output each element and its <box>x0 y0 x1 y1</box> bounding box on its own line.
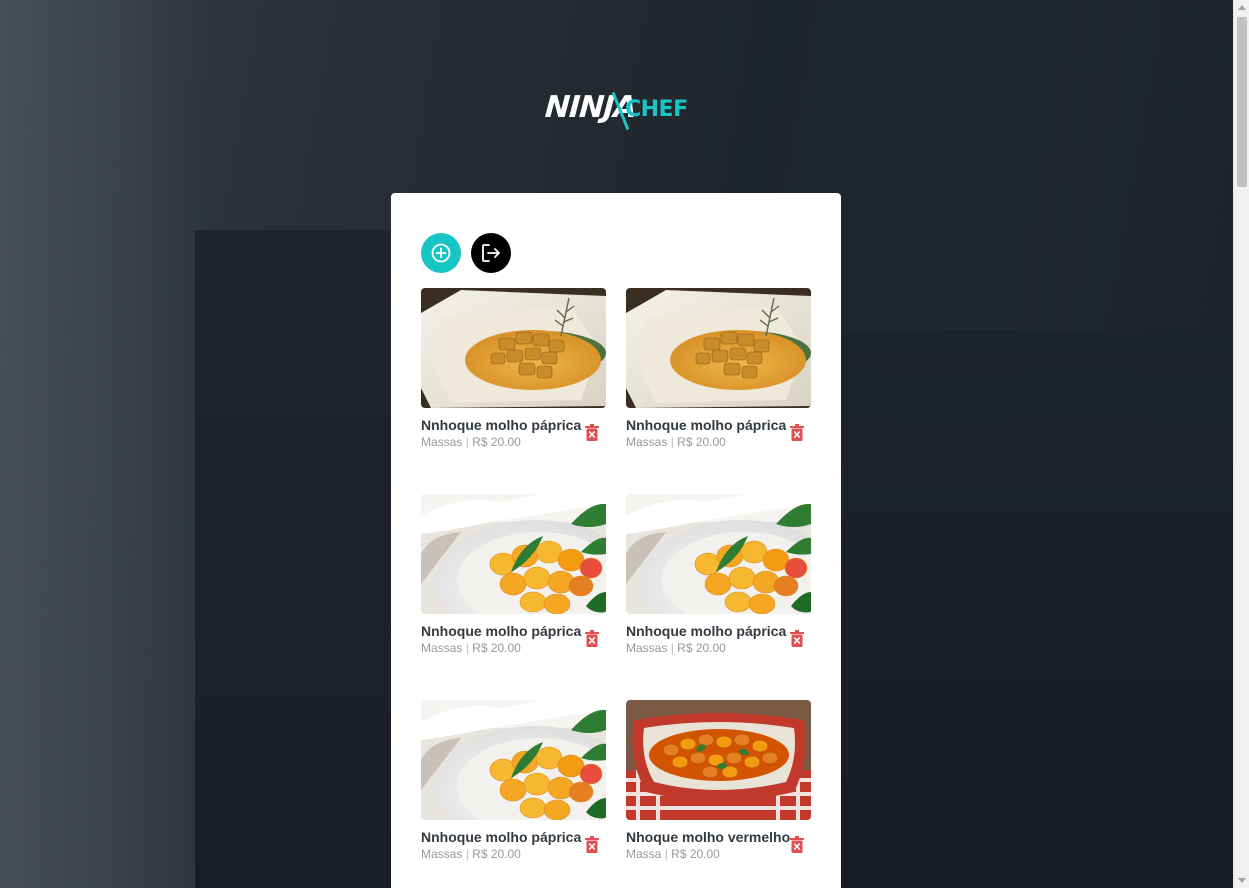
logo-chef-text: CHEF <box>625 97 688 122</box>
recipe-meta: Massa | R$ 20.00 <box>626 847 720 861</box>
recipe-image[interactable] <box>421 494 606 614</box>
recipe-price: R$ 20.00 <box>472 847 521 861</box>
add-recipe-button[interactable] <box>421 233 461 273</box>
recipe-image[interactable] <box>626 700 811 820</box>
recipe-title: Nhoque molho vermelho <box>626 829 791 845</box>
recipe-meta: Massas | R$ 20.00 <box>421 847 521 861</box>
recipe-image[interactable] <box>626 494 811 614</box>
recipe-meta: Massas | R$ 20.00 <box>626 641 726 655</box>
logout-button[interactable] <box>471 233 511 273</box>
recipe-meta: Massas | R$ 20.00 <box>421 641 521 655</box>
page-scrollbar[interactable] <box>1233 0 1249 888</box>
recipe-card[interactable]: Nnhoque molho páprica Massas | R$ 20.00 <box>626 494 811 664</box>
recipe-title: Nnhoque molho páprica <box>626 623 787 639</box>
recipe-title: Nnhoque molho páprica <box>421 829 582 845</box>
recipe-card[interactable]: Nhoque molho vermelho Massa | R$ 20.00 <box>626 700 811 870</box>
recipe-title: Nnhoque molho páprica <box>626 417 787 433</box>
meta-separator: | <box>664 847 668 861</box>
recipe-title: Nnhoque molho páprica <box>421 417 582 433</box>
logout-icon <box>482 244 500 262</box>
delete-recipe-icon[interactable] <box>790 424 804 441</box>
background-counter <box>841 330 1233 888</box>
meta-separator: | <box>670 435 674 449</box>
delete-recipe-icon[interactable] <box>585 630 599 647</box>
recipe-price: R$ 20.00 <box>472 435 521 449</box>
recipe-price: R$ 20.00 <box>671 847 720 861</box>
background-shadow <box>195 230 395 888</box>
recipe-category: Massas <box>626 435 668 449</box>
recipe-price: R$ 20.00 <box>677 641 726 655</box>
recipe-image[interactable] <box>626 288 811 408</box>
delete-recipe-icon[interactable] <box>585 424 599 441</box>
recipe-category: Massas <box>421 641 463 655</box>
delete-recipe-icon[interactable] <box>790 836 804 853</box>
scrollbar-thumb[interactable] <box>1237 17 1247 187</box>
recipe-card[interactable]: Nnhoque molho páprica Massas | R$ 20.00 <box>626 288 811 458</box>
recipe-price: R$ 20.00 <box>677 435 726 449</box>
recipe-meta: Massas | R$ 20.00 <box>626 435 726 449</box>
ninjachef-logo: NINJA CHEF <box>544 88 690 134</box>
recipe-price: R$ 20.00 <box>472 641 521 655</box>
recipe-card[interactable]: Nnhoque molho páprica Massas | R$ 20.00 <box>421 288 606 458</box>
meta-separator: | <box>670 641 674 655</box>
background-wall <box>0 0 210 888</box>
recipes-panel: Nnhoque molho páprica Massas | R$ 20.00 <box>391 193 841 888</box>
plus-circle-icon <box>431 243 451 263</box>
delete-recipe-icon[interactable] <box>585 836 599 853</box>
recipe-category: Massa <box>626 847 662 861</box>
meta-separator: | <box>465 435 469 449</box>
scroll-up-icon[interactable] <box>1238 5 1246 10</box>
meta-separator: | <box>465 641 469 655</box>
delete-recipe-icon[interactable] <box>790 630 804 647</box>
recipe-category: Massas <box>421 847 463 861</box>
recipe-card[interactable]: Nnhoque molho páprica Massas | R$ 20.00 <box>421 700 606 870</box>
recipe-meta: Massas | R$ 20.00 <box>421 435 521 449</box>
recipe-category: Massas <box>626 641 668 655</box>
recipe-title: Nnhoque molho páprica <box>421 623 582 639</box>
meta-separator: | <box>465 847 469 861</box>
recipe-category: Massas <box>421 435 463 449</box>
scroll-down-icon[interactable] <box>1238 878 1246 883</box>
recipe-image[interactable] <box>421 288 606 408</box>
recipe-card[interactable]: Nnhoque molho páprica Massas | R$ 20.00 <box>421 494 606 664</box>
recipe-image[interactable] <box>421 700 606 820</box>
